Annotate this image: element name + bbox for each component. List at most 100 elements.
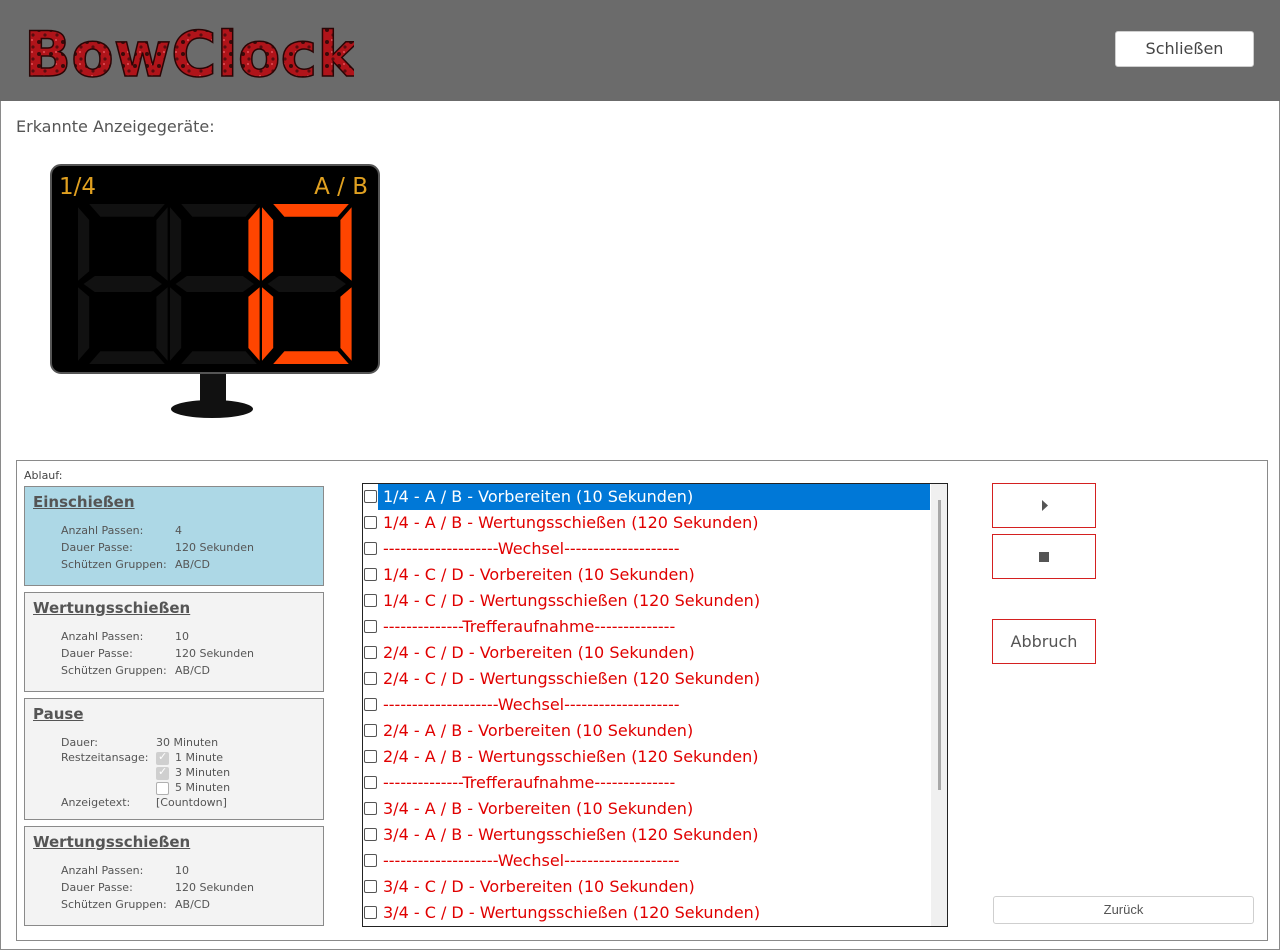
digit-segment bbox=[267, 276, 346, 292]
digit-segment bbox=[181, 204, 257, 217]
step-label: 3/4 - A / B - Vorbereiten (10 Sekunden) bbox=[383, 799, 694, 818]
digit-segment bbox=[262, 287, 274, 361]
step-label: 3/4 - C / D - Wertungsschießen (120 Seku… bbox=[383, 903, 761, 922]
step-row[interactable]: --------------------Wechsel-------------… bbox=[363, 848, 933, 874]
step-label: --------------------Wechsel-------------… bbox=[383, 539, 680, 558]
steps-list[interactable]: 1/4 - A / B - Vorbereiten (10 Sekunden) 1… bbox=[362, 483, 948, 927]
step-checkbox[interactable] bbox=[364, 698, 377, 711]
step-checkbox[interactable] bbox=[364, 828, 377, 841]
step-row[interactable]: --------------Trefferaufnahme-----------… bbox=[363, 770, 933, 796]
digit-segment bbox=[262, 207, 274, 281]
remaining-3min-checkbox[interactable] bbox=[156, 765, 169, 780]
close-button[interactable]: Schließen bbox=[1115, 31, 1254, 67]
app-header: BowClock Schließen bbox=[0, 0, 1280, 101]
step-row[interactable]: --------------Trefferaufnahme-----------… bbox=[363, 614, 933, 640]
abort-button[interactable]: Abbruch bbox=[992, 619, 1096, 664]
digit-segment bbox=[170, 287, 182, 361]
step-checkbox[interactable] bbox=[364, 802, 377, 815]
digit-segment bbox=[181, 351, 257, 364]
step-checkbox[interactable] bbox=[364, 542, 377, 555]
sequence-card-wertungsschiessen-2[interactable]: Wertungsschießen Anzahl Passen: 10 Dauer… bbox=[24, 826, 324, 926]
stop-button[interactable] bbox=[992, 534, 1096, 579]
step-row[interactable]: 2/4 - A / B - Wertungsschießen (120 Seku… bbox=[363, 744, 933, 770]
step-checkbox[interactable] bbox=[364, 594, 377, 607]
scroll-thumb[interactable] bbox=[938, 500, 941, 790]
field-value: AB/CD bbox=[175, 664, 210, 677]
card-title: Wertungsschießen bbox=[33, 599, 191, 617]
step-label: 3/4 - A / B - Wertungsschießen (120 Seku… bbox=[383, 825, 759, 844]
step-checkbox[interactable] bbox=[364, 672, 377, 685]
field-label: Schützen Gruppen: bbox=[61, 898, 167, 911]
step-checkbox[interactable] bbox=[364, 880, 377, 893]
step-label: 2/4 - A / B - Vorbereiten (10 Sekunden) bbox=[383, 721, 694, 740]
field-label: Dauer Passe: bbox=[61, 647, 133, 660]
step-label: --------------------Wechsel-------------… bbox=[383, 695, 680, 714]
step-label: --------------------Wechsel-------------… bbox=[383, 851, 680, 870]
step-row[interactable]: 3/4 - A / B - Wertungsschießen (120 Seku… bbox=[363, 822, 933, 848]
field-value: AB/CD bbox=[175, 558, 210, 571]
field-label: Schützen Gruppen: bbox=[61, 558, 167, 571]
play-button[interactable] bbox=[992, 483, 1096, 528]
step-row[interactable]: 3/4 - C / D - Vorbereiten (10 Sekunden) bbox=[363, 874, 933, 900]
field-label: Anzahl Passen: bbox=[61, 630, 144, 643]
digit-segment bbox=[170, 207, 182, 281]
step-label: 2/4 - C / D - Vorbereiten (10 Sekunden) bbox=[383, 643, 695, 662]
digit-segment bbox=[273, 204, 349, 217]
field-value: AB/CD bbox=[175, 898, 210, 911]
remaining-1min-checkbox[interactable] bbox=[156, 750, 169, 765]
back-button[interactable]: Zurück bbox=[993, 896, 1254, 924]
field-value: 10 bbox=[175, 630, 189, 643]
step-row[interactable]: 3/4 - C / D - Wertungsschießen (120 Seku… bbox=[363, 900, 933, 926]
step-row[interactable]: 2/4 - C / D - Vorbereiten (10 Sekunden) bbox=[363, 640, 933, 666]
step-row[interactable]: --------------------Wechsel-------------… bbox=[363, 692, 933, 718]
step-row[interactable]: 1/4 - A / B - Vorbereiten (10 Sekunden) bbox=[363, 484, 933, 510]
step-label: 2/4 - A / B - Wertungsschießen (120 Seku… bbox=[383, 747, 759, 766]
devices-label: Erkannte Anzeigegeräte: bbox=[16, 117, 215, 136]
step-checkbox[interactable] bbox=[364, 620, 377, 633]
step-checkbox[interactable] bbox=[364, 490, 377, 503]
step-checkbox[interactable] bbox=[364, 854, 377, 867]
remaining-label: Restzeitansage: bbox=[61, 751, 149, 764]
display-text-value: [Countdown] bbox=[156, 796, 227, 809]
step-label: 1/4 - C / D - Wertungsschießen (120 Seku… bbox=[383, 591, 761, 610]
sequence-card-pause[interactable]: Pause Dauer: 30 Minuten Restzeitansage: … bbox=[24, 698, 324, 820]
step-checkbox[interactable] bbox=[364, 906, 377, 919]
display-groups: A / B bbox=[314, 174, 368, 200]
card-title: Einschießen bbox=[33, 493, 135, 511]
display-device[interactable]: 1/4 A / B bbox=[50, 164, 382, 424]
digit-segment bbox=[78, 287, 90, 361]
step-row[interactable]: 1/4 - C / D - Vorbereiten (10 Sekunden) bbox=[363, 562, 933, 588]
card-title: Wertungsschießen bbox=[33, 833, 191, 851]
step-label: --------------Trefferaufnahme-----------… bbox=[383, 773, 676, 792]
step-checkbox[interactable] bbox=[364, 516, 377, 529]
step-row[interactable]: 3/4 - A / B - Vorbereiten (10 Sekunden) bbox=[363, 796, 933, 822]
step-row[interactable]: 2/4 - A / B - Vorbereiten (10 Sekunden) bbox=[363, 718, 933, 744]
digit-segment bbox=[156, 287, 168, 361]
duration-label: Dauer: bbox=[61, 736, 98, 749]
digit-segment bbox=[340, 207, 352, 281]
step-row[interactable]: 2/4 - C / D - Wertungsschießen (120 Seku… bbox=[363, 666, 933, 692]
digit-segment bbox=[340, 287, 352, 361]
field-value: 120 Sekunden bbox=[175, 647, 254, 660]
sequence-card-wertungsschiessen[interactable]: Wertungsschießen Anzahl Passen: 10 Dauer… bbox=[24, 592, 324, 692]
step-checkbox[interactable] bbox=[364, 724, 377, 737]
step-label: 1/4 - A / B - Vorbereiten (10 Sekunden) bbox=[378, 484, 930, 510]
remaining-5min-checkbox[interactable] bbox=[156, 782, 169, 795]
stop-icon bbox=[1039, 552, 1049, 562]
field-value: 120 Sekunden bbox=[175, 541, 254, 554]
field-value: 120 Sekunden bbox=[175, 881, 254, 894]
sequence-card-einschiessen[interactable]: Einschießen Anzahl Passen: 4 Dauer Passe… bbox=[24, 486, 324, 586]
step-checkbox[interactable] bbox=[364, 646, 377, 659]
step-checkbox[interactable] bbox=[364, 750, 377, 763]
step-label: 2/4 - C / D - Wertungsschießen (120 Seku… bbox=[383, 669, 761, 688]
step-row[interactable]: 1/4 - C / D - Wertungsschießen (120 Seku… bbox=[363, 588, 933, 614]
digit-segment bbox=[248, 287, 260, 361]
duration-value: 30 Minuten bbox=[156, 736, 219, 749]
remaining-option-label: 1 Minute bbox=[175, 751, 224, 764]
display-text-label: Anzeigetext: bbox=[61, 796, 131, 809]
steps-scrollbar[interactable] bbox=[931, 484, 947, 926]
step-row[interactable]: 1/4 - A / B - Wertungsschießen (120 Seku… bbox=[363, 510, 933, 536]
step-row[interactable]: --------------------Wechsel-------------… bbox=[363, 536, 933, 562]
step-checkbox[interactable] bbox=[364, 776, 377, 789]
step-checkbox[interactable] bbox=[364, 568, 377, 581]
